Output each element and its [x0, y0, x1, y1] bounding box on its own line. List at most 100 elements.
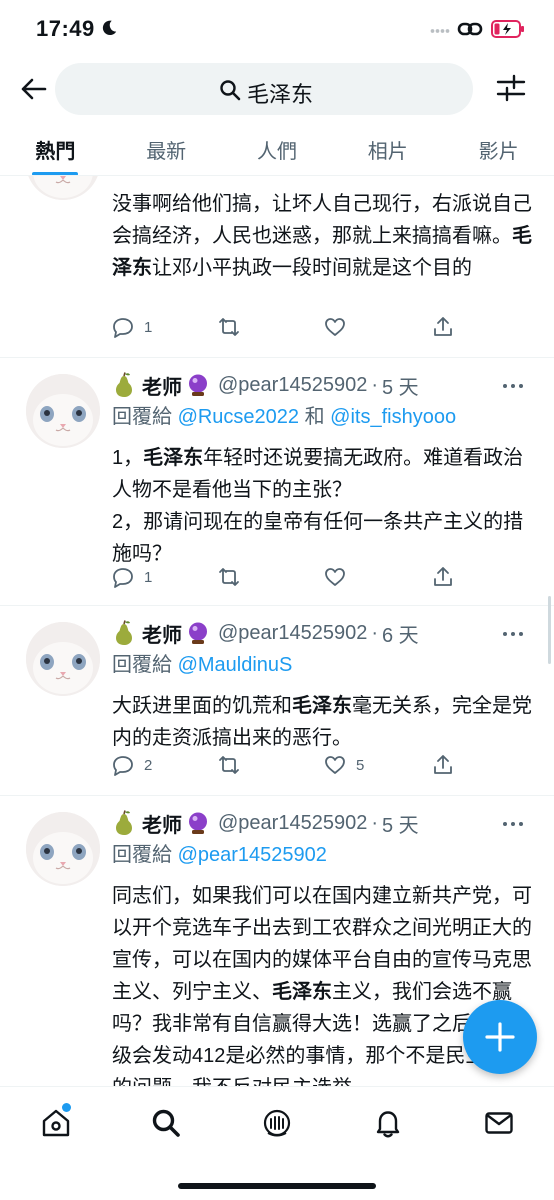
tweet-header: 老师 @pear14525902 · 5 天	[112, 808, 419, 838]
retweet-icon	[219, 318, 239, 336]
reply-count: 1	[144, 568, 153, 586]
avatar[interactable]	[26, 374, 100, 448]
crystal-ball-icon	[189, 374, 207, 396]
reply-icon	[113, 568, 133, 588]
highlight-keyword: 毛泽东	[292, 695, 352, 717]
search-input[interactable]: 毛泽东	[55, 63, 473, 115]
retweet-button[interactable]	[218, 562, 250, 592]
sliders-icon[interactable]	[496, 72, 526, 104]
search-tabs: 熱門 最新 人們 相片 影片	[0, 120, 554, 176]
magnifier-icon	[220, 80, 241, 101]
crystal-ball-icon	[189, 812, 207, 834]
display-name[interactable]: 老师	[142, 619, 182, 648]
mention-link[interactable]: @its_fishyooo	[330, 406, 456, 428]
reply-icon	[113, 318, 133, 338]
reply-count: 2	[144, 756, 153, 774]
search-header: 毛泽东	[0, 58, 554, 120]
highlight-keyword: 毛泽东	[272, 981, 332, 1003]
retweet-button[interactable]	[218, 312, 250, 342]
share-icon	[434, 755, 452, 774]
avatar[interactable]	[26, 812, 100, 886]
separator-dot: ·	[371, 373, 378, 396]
mention-link[interactable]: @pear14525902	[178, 844, 327, 866]
tweet[interactable]: 老师 @pear14525902 · 6 天 回覆給 @MauldinuS 大跃…	[0, 606, 554, 796]
mention-link[interactable]: @MauldinuS	[178, 654, 293, 676]
more-options-icon[interactable]	[502, 630, 524, 638]
like-count: 5	[356, 756, 365, 774]
reply-button[interactable]: 1	[112, 312, 152, 342]
share-button[interactable]	[432, 312, 464, 342]
retweet-button[interactable]	[218, 750, 250, 780]
tab-top[interactable]: 熱門	[0, 120, 111, 176]
signal-dots-icon	[430, 29, 450, 33]
tab-photos[interactable]: 相片	[332, 120, 443, 176]
mention-conjunction: 和	[304, 406, 325, 428]
retweet-icon	[219, 756, 239, 774]
tweet-actions: 2 5	[112, 750, 532, 780]
display-name[interactable]: 老师	[142, 809, 182, 838]
notification-dot	[62, 1103, 71, 1112]
tweet-actions: 1	[112, 312, 532, 342]
like-button[interactable]	[324, 562, 356, 592]
share-button[interactable]	[432, 750, 464, 780]
reply-icon	[113, 756, 133, 776]
tab-people[interactable]: 人們	[222, 120, 333, 176]
separator-dot: ·	[371, 811, 378, 834]
tweet-time: 6 天	[382, 624, 419, 647]
moon-icon	[102, 20, 117, 36]
mail-icon	[485, 1112, 513, 1134]
nav-notifications[interactable]	[372, 1107, 404, 1139]
tweet[interactable]: 没事啊给他们搞，让坏人自己现行，右派说自己会搞经济，人民也迷惑，那就上来搞搞看嘛…	[0, 176, 554, 358]
reply-context: 回覆給 @Rucse2022 和 @its_fishyooo	[112, 400, 456, 429]
pear-emoji-icon	[116, 372, 132, 397]
tab-videos[interactable]: 影片	[443, 120, 554, 176]
mention-link[interactable]: @Rucse2022	[178, 406, 299, 428]
reply-context: 回覆給 @pear14525902	[112, 838, 327, 867]
crystal-ball-icon	[189, 622, 207, 644]
display-name[interactable]: 老师	[142, 371, 182, 400]
share-icon	[434, 317, 452, 336]
tweet-text-segment: 1，	[112, 447, 144, 469]
reply-button[interactable]: 2	[112, 750, 152, 780]
avatar[interactable]	[26, 176, 100, 200]
reply-count: 1	[144, 318, 153, 336]
tweet-text-segment: 让邓小平执政一段时间就是这个目的	[152, 257, 472, 279]
reply-button[interactable]: 1	[112, 562, 152, 592]
nav-messages[interactable]	[483, 1107, 515, 1139]
search-query: 毛泽东	[247, 82, 314, 107]
compose-button[interactable]	[463, 1000, 537, 1074]
link-icon	[457, 22, 483, 36]
user-handle[interactable]: @pear14525902	[218, 622, 367, 645]
reply-prefix: 回覆給	[112, 654, 172, 676]
separator-dot: ·	[371, 621, 378, 644]
scrollbar[interactable]	[548, 596, 551, 664]
tab-latest[interactable]: 最新	[111, 120, 222, 176]
tweet-text: 1，毛泽东年轻时还说要搞无政府。难道看政治人物不是看他当下的主张？ 2，那请问现在…	[112, 442, 532, 570]
avatar[interactable]	[26, 622, 100, 696]
communities-icon	[263, 1109, 291, 1137]
retweet-icon	[219, 568, 239, 586]
share-button[interactable]	[432, 562, 464, 592]
bell-icon	[376, 1111, 400, 1138]
tweet-text: 大跃进里面的饥荒和毛泽东毫无关系，完全是党内的走资派搞出来的恶行。	[112, 690, 532, 754]
nav-communities[interactable]	[261, 1107, 293, 1139]
like-button[interactable]	[324, 312, 356, 342]
nav-search[interactable]	[150, 1107, 182, 1139]
pear-emoji-icon	[116, 620, 132, 645]
tweet[interactable]: 老师 @pear14525902 · 5 天 回覆給 @Rucse2022 和 …	[0, 358, 554, 606]
pear-emoji-icon	[116, 810, 132, 835]
highlight-keyword: 毛泽东	[143, 447, 204, 469]
more-options-icon[interactable]	[502, 382, 524, 390]
like-button[interactable]: 5	[324, 750, 364, 780]
heart-icon	[325, 318, 345, 336]
tweet-text-segment: 2，那请问现在的皇帝有任何一条共产主义的措施吗？	[112, 511, 524, 565]
search-icon	[152, 1109, 180, 1137]
arrow-left-icon[interactable]	[18, 74, 48, 104]
tweet-header: 老师 @pear14525902 · 5 天	[112, 370, 419, 400]
tweet-time: 5 天	[382, 376, 419, 399]
user-handle[interactable]: @pear14525902	[218, 812, 367, 835]
user-handle[interactable]: @pear14525902	[218, 374, 367, 397]
status-time: 17:49	[36, 16, 95, 41]
reply-prefix: 回覆給	[112, 844, 172, 866]
more-options-icon[interactable]	[502, 820, 524, 828]
